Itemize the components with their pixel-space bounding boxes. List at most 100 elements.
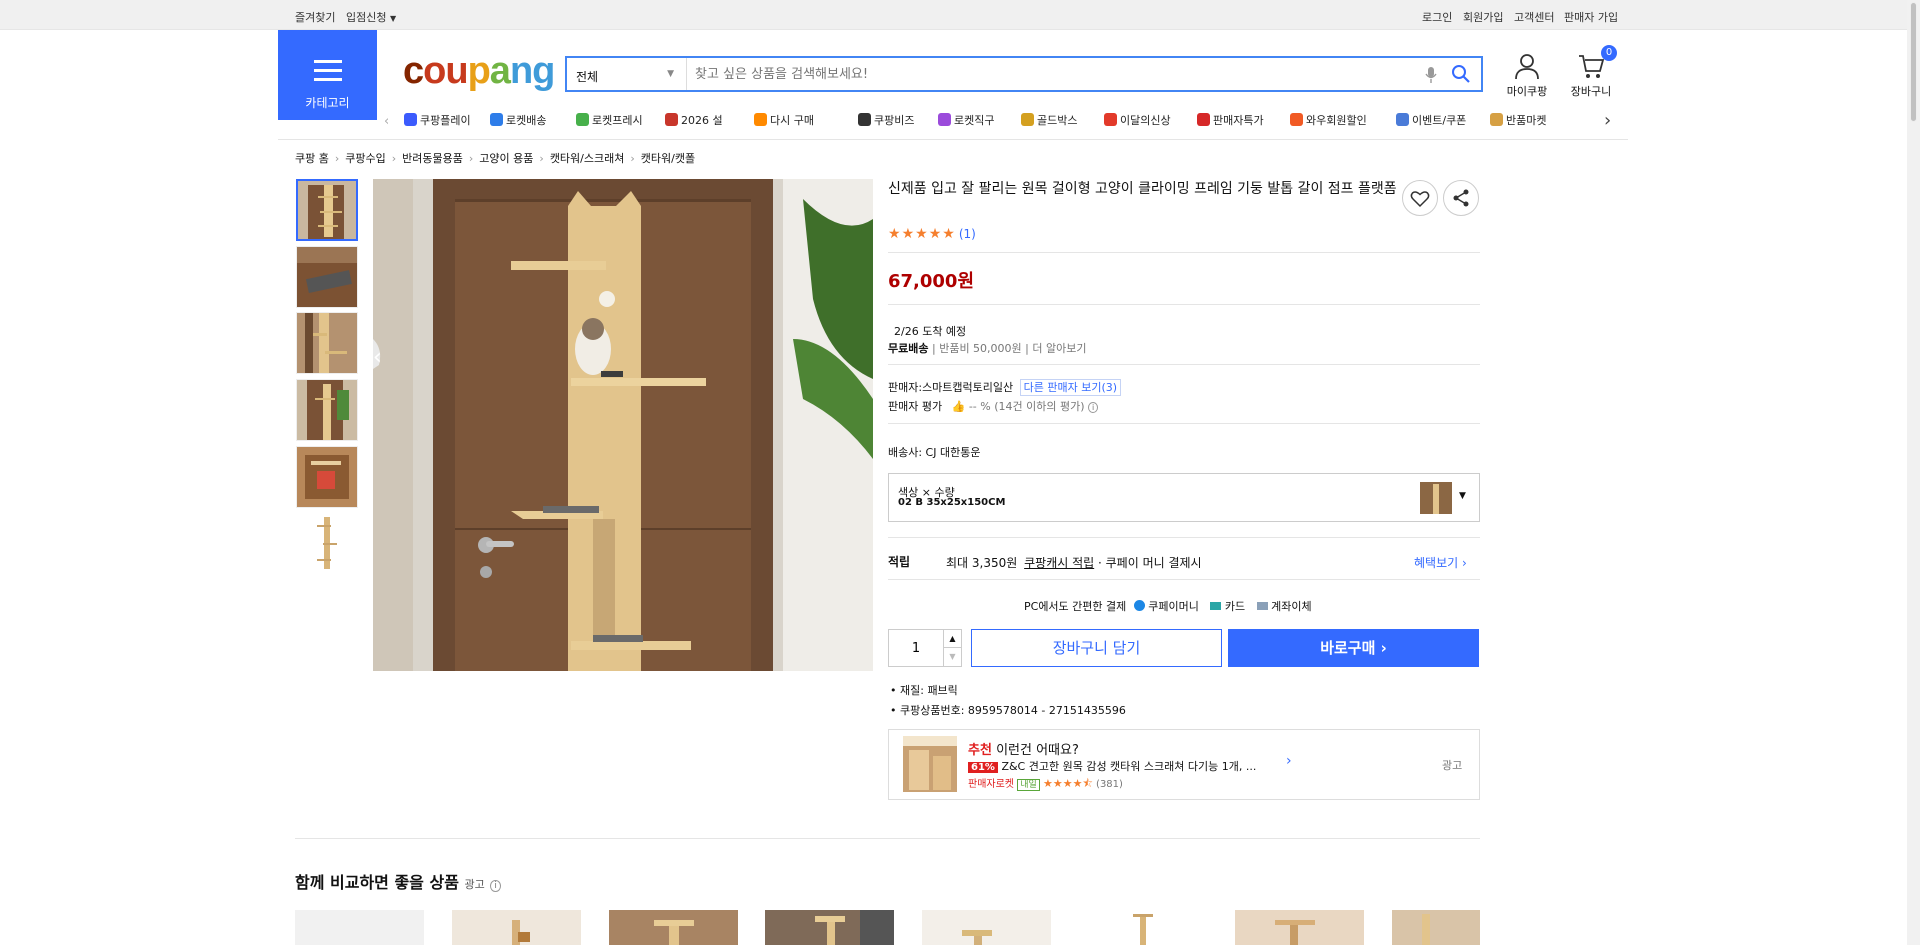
breadcrumb-separator: › [391, 152, 397, 165]
image-prev-arrow[interactable]: ‹ [373, 345, 393, 385]
thumbnail-5[interactable] [296, 446, 358, 508]
review-count[interactable]: (1) [959, 227, 976, 241]
info-icon[interactable]: i [490, 880, 501, 892]
divider [888, 364, 1480, 365]
compare-product-5[interactable] [922, 910, 1051, 945]
breadcrumb-item[interactable]: 캣타워/캣폴 [641, 152, 695, 165]
recommend-title: 이런건 어때요? [996, 743, 1079, 758]
nav-item[interactable]: 이벤트/쿠폰 [1396, 112, 1466, 128]
page-scrollbar[interactable] [1907, 0, 1920, 945]
info-icon[interactable]: i [1088, 402, 1099, 413]
search-input[interactable] [695, 58, 1395, 90]
login-link[interactable]: 로그인 [1422, 9, 1452, 25]
compare-ad-label: 광고 [464, 878, 485, 891]
divider [888, 304, 1480, 305]
search-icon[interactable] [1451, 64, 1471, 87]
recommendation-card[interactable]: 추천 이런건 어때요? 61% Z&C 견고한 원목 감성 캣타워 스크래쳐 다… [888, 729, 1480, 800]
star-icon: ⯪ [1082, 777, 1093, 790]
compare-product-2[interactable] [452, 910, 581, 945]
thumbnail-3[interactable] [296, 312, 358, 374]
nav-item[interactable]: 다시 구매 [754, 112, 814, 128]
nav-item-label: 로켓배송 [506, 114, 547, 127]
nav-next-arrow[interactable]: › [1604, 110, 1611, 131]
scrollbar-thumb[interactable] [1910, 2, 1917, 122]
breadcrumb-item[interactable]: 고양이 용품 [479, 152, 533, 165]
compare-product-8[interactable] [1392, 910, 1480, 945]
pay-method-coupay: 쿠페이머니 [1148, 600, 1199, 613]
spec-material: 재질: 패브릭 [900, 684, 958, 697]
compare-product-7[interactable] [1235, 910, 1364, 945]
my-coupang-button[interactable]: 마이쿠팡 [1502, 52, 1552, 99]
tomorrow-badge: 내일 [1017, 779, 1040, 791]
coupang-logo[interactable]: coupang [403, 50, 555, 93]
coupay-icon [1133, 600, 1145, 611]
rating-stars: ★★★★★ [888, 226, 956, 242]
coupang-cash-link[interactable]: 쿠팡캐시 적립 [1024, 556, 1094, 570]
other-sellers-button[interactable]: 다른 판매자 보기(3) [1019, 379, 1122, 396]
nav-item-label: 쿠팡비즈 [874, 114, 915, 127]
divider-bar: | [1025, 342, 1029, 355]
category-button[interactable]: 카테고리 [278, 30, 377, 120]
wishlist-button[interactable] [1402, 180, 1438, 216]
nav-item[interactable]: 2026 설 [665, 112, 723, 128]
customer-center-link[interactable]: 고객센터 [1514, 9, 1554, 25]
hamburger-icon [314, 60, 342, 87]
divider [888, 423, 1480, 424]
nav-item[interactable]: 로켓프레시 [576, 112, 643, 128]
nav-item[interactable]: 반품마켓 [1490, 112, 1546, 128]
compare-product-6[interactable] [1079, 910, 1208, 945]
seller-rocket-badge: 판매자로켓 [968, 779, 1014, 790]
breadcrumb-item[interactable]: 캣타워/스크래쳐 [550, 152, 625, 165]
share-button[interactable] [1443, 180, 1479, 216]
nav-item[interactable]: 골드박스 [1021, 112, 1077, 128]
thumbnail-6[interactable] [296, 512, 358, 574]
option-value: 02 B 35x25x150CM [898, 497, 1006, 508]
benefit-link[interactable]: 혜택보기 › [1414, 554, 1467, 571]
nav-item-label: 골드박스 [1037, 114, 1078, 127]
learn-more-link[interactable]: 더 알아보기 [1032, 342, 1086, 355]
microphone-icon[interactable] [1425, 66, 1437, 87]
compare-product-4[interactable] [765, 910, 894, 945]
thumbnail-2[interactable] [296, 246, 358, 308]
star-icon: ★ [1072, 777, 1083, 790]
search-category-select[interactable]: 전체 ▼ [567, 58, 687, 90]
partner-apply-link[interactable]: 입점신청 ▼ [346, 9, 396, 25]
option-selector[interactable]: 색상 × 수량 02 B 35x25x150CM ▼ [888, 473, 1480, 522]
divider [888, 537, 1480, 538]
recommend-review-count: (381) [1096, 779, 1123, 790]
seller-rating-value: -- % [968, 400, 991, 413]
compare-product-3[interactable] [609, 910, 738, 945]
quantity-decrease-button[interactable]: ▼ [943, 648, 961, 666]
compare-product-1[interactable] [295, 910, 424, 945]
nav-item[interactable]: 로켓배송 [490, 112, 546, 128]
breadcrumb: 쿠팡 홈 › 쿠팡수입 › 반려동물용품 › 고양이 용품 › 캣타워/스크래쳐 › 캣타워/캣폴 [295, 150, 701, 166]
recommend-stars: ★★★★⯪ [1043, 777, 1093, 790]
add-to-cart-button[interactable]: 장바구니 담기 [971, 629, 1222, 667]
quantity-increase-button[interactable]: ▲ [943, 630, 961, 648]
breadcrumb-separator: › [630, 152, 635, 165]
nav-item[interactable]: 와우회원할인 [1290, 112, 1367, 128]
thumbnail-4[interactable] [296, 379, 358, 441]
product-rating[interactable]: ★★★★★ (1) [888, 226, 976, 242]
nav-item[interactable]: 쿠팡플레이 [404, 112, 471, 128]
chevron-right-icon[interactable]: › [1286, 753, 1292, 769]
card-icon [1210, 602, 1222, 610]
nav-item[interactable]: 판매자특가 [1197, 112, 1264, 128]
signup-link[interactable]: 회원가입 [1463, 9, 1503, 25]
nav-item[interactable]: 쿠팡비즈 [858, 112, 914, 128]
breadcrumb-item[interactable]: 반려동물용품 [402, 152, 463, 165]
breadcrumb-item[interactable]: 쿠팡 홈 [295, 152, 329, 165]
star-icon: ★ [1052, 777, 1063, 790]
quantity-input[interactable] [889, 630, 943, 666]
points-condition: · 쿠페이 머니 결제시 [1098, 556, 1202, 570]
chevron-down-icon: ▼ [389, 14, 397, 23]
cart-label: 장바구니 [1570, 85, 1612, 98]
buy-now-button[interactable]: 바로구매 › [1228, 629, 1479, 667]
nav-item[interactable]: 로켓직구 [938, 112, 994, 128]
breadcrumb-item[interactable]: 쿠팡수입 [345, 152, 385, 165]
thumbnail-1[interactable] [296, 179, 358, 241]
nav-item[interactable]: 이달의신상 [1104, 112, 1171, 128]
share-icon [1453, 189, 1469, 207]
bookmark-link[interactable]: 즐겨찾기 [295, 9, 335, 25]
seller-signup-link[interactable]: 판매자 가입 [1564, 9, 1618, 25]
